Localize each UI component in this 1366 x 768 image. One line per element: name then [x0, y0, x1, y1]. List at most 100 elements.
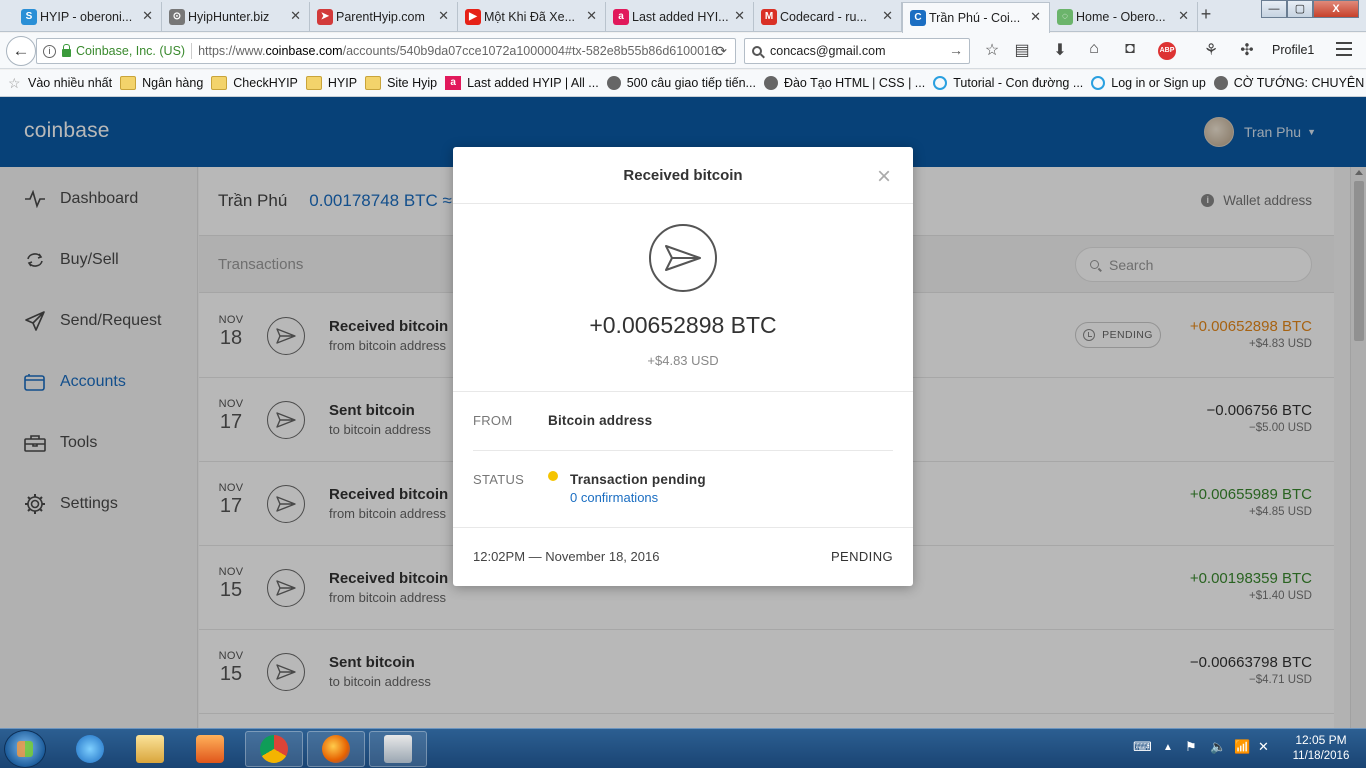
- parenthyip-icon: ➤: [317, 9, 333, 25]
- bookmark-item[interactable]: CỜ TƯỚNG: CHUYÊN ...: [1213, 76, 1366, 90]
- volume-icon[interactable]: 🔈: [1210, 739, 1226, 755]
- action-center-flag-icon[interactable]: ⚑: [1185, 739, 1197, 755]
- bookmark-item[interactable]: Tutorial - Con đường ...: [933, 76, 1083, 90]
- url-domain: coinbase.com: [265, 44, 343, 58]
- adblock-icon[interactable]: ABP: [1158, 42, 1176, 60]
- pocket-icon[interactable]: ◘: [1119, 40, 1141, 58]
- bookmark-item[interactable]: Đào Tạo HTML | CSS | ...: [763, 76, 926, 90]
- status-label: STATUS: [473, 472, 525, 487]
- bookmark-label: Vào nhiều nhất: [28, 76, 113, 90]
- firefox-icon[interactable]: [307, 731, 365, 767]
- tab-label: ParentHyip.com: [336, 10, 425, 24]
- explorer-icon[interactable]: [121, 731, 179, 767]
- reading-list-icon[interactable]: ▤: [1011, 40, 1033, 60]
- bookmark-item[interactable]: 500 câu giao tiếp tiến...: [606, 76, 756, 90]
- folder-icon: [365, 76, 382, 90]
- blue-icon: [933, 76, 948, 90]
- minimize-button[interactable]: —: [1261, 0, 1287, 18]
- calculator-icon[interactable]: [369, 731, 427, 767]
- close-tab-icon[interactable]: ✕: [438, 8, 449, 24]
- close-tab-icon[interactable]: ✕: [882, 8, 893, 24]
- bookmark-item[interactable]: HYIP: [305, 76, 357, 90]
- clock-date[interactable]: 11/18/2016: [1286, 750, 1356, 762]
- tab-label: Trần Phú - Coi...: [929, 11, 1021, 25]
- browser-tab[interactable]: ➤ ParentHyip.com ✕: [310, 2, 458, 32]
- tab-label: Home - Obero...: [1076, 10, 1166, 24]
- start-button[interactable]: [4, 730, 46, 768]
- address-bar[interactable]: i Coinbase, Inc. (US) https://www.coinba…: [36, 38, 736, 64]
- browser-tab[interactable]: ▶ Một Khi Đã Xe... ✕: [458, 2, 606, 32]
- folder-icon: [211, 76, 228, 90]
- browser-tab[interactable]: M Codecard - ru... ✕: [754, 2, 902, 32]
- bookmark-label: Site Hyip: [387, 76, 438, 90]
- network-error-icon[interactable]: ✕: [1258, 739, 1269, 755]
- close-tab-icon[interactable]: ✕: [1178, 8, 1189, 24]
- browser-tab[interactable]: a Last added HYI... ✕: [606, 2, 754, 32]
- chrome-icon[interactable]: [245, 731, 303, 767]
- network-signal-icon[interactable]: 📶: [1234, 739, 1250, 755]
- browser-tab[interactable]: ⊙ HyipHunter.biz ✕: [162, 2, 310, 32]
- globe-icon: [1213, 76, 1228, 90]
- bookmark-label: 500 câu giao tiếp tiến...: [626, 76, 756, 90]
- search-value: concacs@gmail.com: [770, 44, 886, 58]
- tab-label: HYIP - oberoni...: [40, 10, 133, 24]
- youtube-icon: ▶: [465, 9, 481, 25]
- close-tab-icon[interactable]: ✕: [586, 8, 597, 24]
- close-window-button[interactable]: X: [1313, 0, 1359, 18]
- modal-amount: +0.00652898 BTC: [589, 312, 777, 338]
- back-arrow-icon[interactable]: ←: [6, 36, 36, 66]
- browser-tab[interactable]: ◌ Home - Obero... ✕: [1050, 2, 1198, 32]
- from-label: FROM: [473, 413, 513, 428]
- bookmark-item[interactable]: ☆ Vào nhiều nhất: [8, 76, 112, 90]
- modal-usd-amount: +$4.83 USD: [647, 353, 719, 368]
- site-identity[interactable]: Coinbase, Inc. (US): [76, 44, 185, 58]
- close-icon[interactable]: ×: [877, 165, 891, 189]
- footer-status: PENDING: [830, 549, 893, 564]
- url-separator: [191, 43, 193, 59]
- extension-puzzle-icon[interactable]: ✣: [1236, 40, 1258, 60]
- bookmark-item[interactable]: CheckHYIP: [211, 76, 298, 90]
- status-value: Transaction pending: [570, 472, 706, 487]
- media-player-icon[interactable]: [181, 731, 239, 767]
- close-tab-icon[interactable]: ✕: [1030, 9, 1041, 25]
- info-icon[interactable]: i: [43, 44, 56, 58]
- extension-icon[interactable]: ⚘: [1200, 40, 1222, 60]
- download-arrow-icon[interactable]: ⬇: [1049, 40, 1071, 60]
- maximize-button[interactable]: ▢: [1287, 0, 1313, 18]
- close-tab-icon[interactable]: ✕: [290, 8, 301, 24]
- home-icon[interactable]: ⌂: [1083, 40, 1105, 58]
- profile-label[interactable]: Profile1: [1272, 43, 1314, 57]
- show-hidden-icons-arrow[interactable]: ▲: [1163, 742, 1173, 753]
- hamburger-menu-icon[interactable]: [1336, 42, 1352, 56]
- reload-icon[interactable]: ⟳: [715, 43, 727, 60]
- confirmations-link[interactable]: 0 confirmations: [570, 490, 658, 505]
- clock-time[interactable]: 12:05 PM: [1290, 733, 1352, 747]
- bookmark-label: Ngân hàng: [142, 76, 204, 90]
- ie-icon[interactable]: [61, 731, 119, 767]
- folder-icon: [120, 76, 137, 90]
- bookmarks-bar: ☆ Vào nhiều nhất Ngân hàng CheckHYIP HYIP Sit…: [0, 70, 1366, 97]
- bookmark-label: Đào Tạo HTML | CSS | ...: [783, 76, 926, 90]
- close-tab-icon[interactable]: ✕: [142, 8, 153, 24]
- browser-tab[interactable]: S HYIP - oberoni... ✕: [14, 2, 162, 32]
- bookmark-item[interactable]: Log in or Sign up: [1091, 76, 1206, 90]
- tab-label: HyipHunter.biz: [188, 10, 270, 24]
- bookmark-star-icon[interactable]: ☆: [981, 40, 1003, 60]
- bookmark-label: CỜ TƯỚNG: CHUYÊN ...: [1233, 76, 1366, 90]
- bookmark-item[interactable]: Site Hyip: [365, 76, 437, 90]
- keyboard-icon[interactable]: ⌨: [1133, 739, 1152, 755]
- browser-tab[interactable]: C Trần Phú - Coi... ✕: [902, 2, 1050, 33]
- modal-title: Received bitcoin: [623, 167, 743, 184]
- pending-status-dot: [548, 471, 558, 481]
- bookmark-item[interactable]: Ngân hàng: [120, 76, 203, 90]
- paper-plane-icon: [649, 224, 717, 292]
- browser-search-input[interactable]: concacs@gmail.com →: [744, 38, 970, 64]
- close-tab-icon[interactable]: ✕: [734, 8, 745, 24]
- folder-icon: [305, 76, 322, 90]
- bookmark-item[interactable]: a Last added HYIP | All ...: [445, 76, 599, 90]
- hyip-icon: S: [21, 9, 37, 25]
- new-tab-button[interactable]: +: [1196, 4, 1216, 28]
- url-text[interactable]: https://www.coinbase.com/accounts/540b9d…: [198, 44, 718, 58]
- search-go-arrow-icon[interactable]: →: [949, 42, 963, 58]
- loading-icon: ◌: [1057, 9, 1073, 25]
